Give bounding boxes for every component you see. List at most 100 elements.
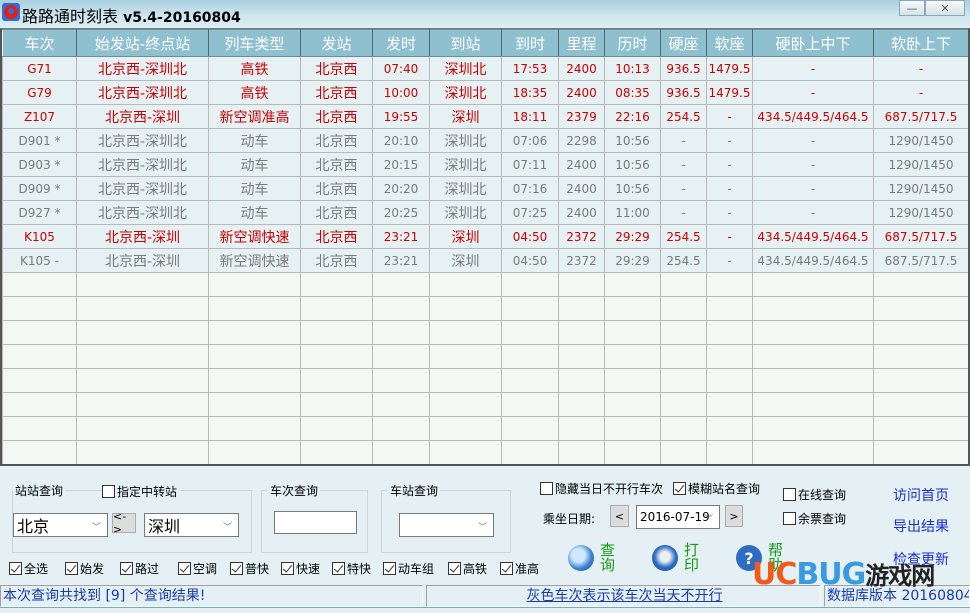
magnifier-icon [568, 545, 594, 571]
filter-checkbox[interactable]: 动车组 [383, 560, 448, 577]
column-header[interactable]: 硬卧上中下 [752, 29, 874, 57]
filter-checkbox[interactable]: 高铁 [448, 560, 500, 577]
empty-cell [873, 392, 968, 417]
hide-not-running-checkbox[interactable]: 隐藏当日不开行车次 [540, 480, 663, 497]
table-cell: - [660, 200, 707, 225]
table-row[interactable]: G71 北京西-深圳北 高铁 北京西 07:40 深圳北 17:53 2400 10:13 936… [2, 56, 968, 81]
print-button[interactable]: 打印 [652, 543, 700, 573]
filter-checkbox[interactable]: 快速 [281, 560, 332, 577]
table-cell: 434.5/449.5/464.5 [752, 248, 874, 273]
table-cell: K105 - [2, 248, 77, 273]
export-results-link[interactable]: 导出结果 [893, 516, 949, 536]
close-button[interactable]: ✕ [925, 0, 965, 16]
table-cell: - [706, 200, 753, 225]
table-cell: 254.5 [660, 104, 707, 129]
ticket-query-checkbox[interactable]: 余票查询 [783, 510, 846, 527]
filter-checkbox[interactable]: 空调 [178, 560, 230, 577]
empty-cell [208, 392, 301, 417]
checkbox-label: 普快 [245, 562, 270, 576]
empty-cell [372, 296, 430, 321]
table-cell: 北京西-深圳 [76, 224, 209, 249]
table-row[interactable]: K105 - 北京西-深圳 新空调快速 北京西 23:21 深圳 04:50 2372 29:2… [2, 248, 968, 273]
empty-cell [752, 296, 874, 321]
checkbox-box [178, 562, 191, 575]
table-row[interactable]: K105 北京西-深圳 新空调快速 北京西 23:21 深圳 04:50 2372 29:29 2… [2, 224, 968, 249]
column-header[interactable]: 发时 [372, 29, 430, 57]
table-cell: 10:13 [604, 56, 661, 81]
column-header[interactable]: 车次 [2, 29, 77, 57]
empty-cell [501, 440, 559, 464]
checkbox-label: 快速 [296, 562, 321, 576]
column-header[interactable]: 列车类型 [208, 29, 301, 57]
filter-checkbox[interactable]: 全选 [9, 560, 65, 577]
next-date-button[interactable]: > [725, 505, 743, 527]
column-header[interactable]: 历时 [604, 29, 661, 57]
table-cell: 2379 [558, 104, 605, 129]
column-header[interactable]: 始发站-终点站 [76, 29, 209, 57]
filter-checkbox[interactable]: 特快 [332, 560, 383, 577]
fuzzy-name-checkbox[interactable]: 模糊站名查询 [673, 480, 760, 497]
prev-date-button[interactable]: < [610, 505, 629, 527]
travel-date-picker[interactable]: 2016-07-19 ﹀ [636, 505, 720, 529]
chevron-down-icon: ﹀ [222, 523, 232, 533]
query-button[interactable]: 查询 [568, 543, 616, 573]
empty-cell [706, 416, 753, 441]
checkbox-box [230, 562, 243, 575]
table-row[interactable]: D901 * 北京西-深圳北 动车 北京西 20:10 深圳北 07:06 2298 10:56… [2, 128, 968, 153]
empty-cell [372, 440, 430, 464]
table-cell: 17:53 [501, 56, 559, 81]
table-cell: - [660, 152, 707, 177]
app-name: 路路通时刻表 [22, 7, 119, 26]
train-number-input[interactable] [274, 511, 357, 534]
table-row[interactable]: D909 * 北京西-深圳北 动车 北京西 20:20 深圳北 07:16 2400 10:56… [2, 176, 968, 201]
minimize-button[interactable]: — [899, 0, 925, 16]
checkbox-label: 余票查询 [798, 512, 847, 526]
table-cell: 深圳北 [429, 128, 502, 153]
filter-checkbox[interactable]: 路过 [120, 560, 178, 577]
table-cell: 深圳北 [429, 152, 502, 177]
empty-cell [300, 344, 373, 369]
from-station-select[interactable]: 北京 ﹀ [13, 513, 108, 537]
empty-cell [76, 368, 209, 393]
column-header[interactable]: 硬座 [660, 29, 707, 57]
empty-cell [558, 440, 605, 464]
filter-checkbox[interactable]: 始发 [65, 560, 120, 577]
empty-cell [660, 296, 707, 321]
close-icon: ✕ [940, 1, 950, 15]
swap-label: <-> [113, 510, 127, 536]
table-cell: 936.5 [660, 56, 707, 81]
visit-homepage-link[interactable]: 访问首页 [893, 485, 949, 505]
empty-cell [208, 440, 301, 464]
station-lookup-select[interactable]: ﹀ [399, 513, 494, 537]
transfer-station-checkbox[interactable]: 指定中转站 [102, 483, 181, 500]
table-row[interactable]: D927 * 北京西-深圳北 动车 北京西 20:25 深圳北 07:25 2400 11:00… [2, 200, 968, 225]
column-header[interactable]: 到站 [429, 29, 502, 57]
column-header[interactable]: 到时 [501, 29, 559, 57]
checkbox-box [65, 562, 78, 575]
filter-checkbox[interactable]: 普快 [230, 560, 281, 577]
timetable-grid[interactable]: 车次 始发站-终点站 列车类型 发站 发时 到站 到时 里程 历时 硬座 软座 硬卧上中下 软卧上下 G… [0, 28, 970, 466]
table-cell: 434.5/449.5/464.5 [752, 224, 874, 249]
table-cell: 北京西-深圳 [76, 248, 209, 273]
table-cell: 深圳 [429, 104, 502, 129]
table-cell: 2372 [558, 224, 605, 249]
column-header[interactable]: 里程 [558, 29, 605, 57]
table-cell: 北京西-深圳北 [76, 128, 209, 153]
filter-checkbox[interactable]: 准高 [500, 560, 552, 577]
empty-cell [2, 416, 77, 441]
online-query-checkbox[interactable]: 在线查询 [783, 486, 846, 503]
swap-stations-button[interactable]: <-> [112, 510, 136, 536]
column-header[interactable]: 软座 [706, 29, 753, 57]
table-row[interactable]: G79 北京西-深圳北 高铁 北京西 10:00 深圳北 18:35 2400 08:35 936… [2, 80, 968, 105]
checkbox-label: 全选 [24, 562, 49, 576]
column-header[interactable]: 发站 [300, 29, 373, 57]
railway-logo-icon [2, 3, 20, 21]
table-row[interactable]: D903 * 北京西-深圳北 动车 北京西 20:15 深圳北 07:11 2400 10:56… [2, 152, 968, 177]
table-cell: 北京西 [300, 224, 373, 249]
to-station-select[interactable]: 深圳 ﹀ [144, 513, 239, 537]
table-cell: 高铁 [208, 80, 301, 105]
table-cell: 动车 [208, 128, 301, 153]
empty-cell [2, 344, 77, 369]
table-row[interactable]: Z107 北京西-深圳 新空调准高 北京西 19:55 深圳 18:11 2379 22:16 2… [2, 104, 968, 129]
column-header[interactable]: 软卧上下 [873, 29, 968, 57]
